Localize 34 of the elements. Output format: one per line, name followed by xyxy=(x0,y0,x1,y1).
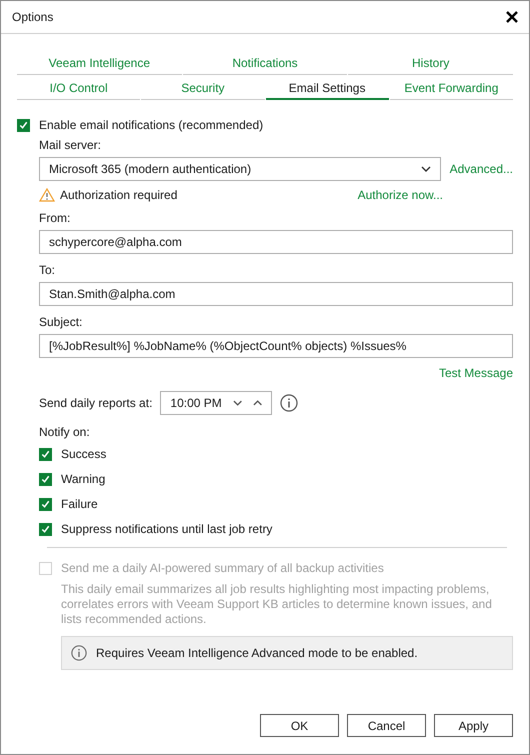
checkbox-label: Warning xyxy=(61,472,106,486)
time-spinner[interactable]: 10:00 PM xyxy=(160,391,272,415)
tab[interactable]: Email Settings xyxy=(266,75,389,100)
checkbox-label: Send me a daily AI-powered summary of all backup activities xyxy=(61,561,384,575)
section-label: Notify on: xyxy=(39,425,91,439)
dialog-button[interactable]: OK xyxy=(260,714,339,737)
tab[interactable]: Security xyxy=(141,75,264,100)
checkbox-label: Failure xyxy=(61,497,98,511)
mail-server-dropdown[interactable]: Microsoft 365 (modern authentication) xyxy=(39,157,441,181)
field-label: Send daily reports at: xyxy=(39,396,152,410)
tab[interactable]: Event Forwarding xyxy=(390,75,513,100)
warning-text: Authorization required xyxy=(60,188,178,202)
advanced-link[interactable]: Advanced... xyxy=(450,162,513,176)
checkbox-label: Success xyxy=(61,447,106,461)
description-text: This daily email summarizes all job results highlighting most impacting problems, correlates errors with Veeam Support KB articles to determine known issues, and lists recommended actions. xyxy=(60,582,493,627)
authorize-link[interactable]: Authorize now... xyxy=(358,188,443,202)
window-title: Options xyxy=(12,10,54,24)
field-label: Mail server: xyxy=(39,138,102,152)
tab[interactable]: I/O Control xyxy=(17,75,140,100)
input-field[interactable]: [%JobResult%] %JobName% (%ObjectCount% objects) %Issues% xyxy=(39,334,513,358)
tab[interactable]: Veeam Intelligence xyxy=(17,50,182,75)
dialog-button[interactable]: Apply xyxy=(434,714,513,737)
tab[interactable]: History xyxy=(348,50,514,75)
test-message-link[interactable]: Test Message xyxy=(438,366,513,380)
dialog-button[interactable]: Cancel xyxy=(347,714,426,737)
field-label: To: xyxy=(39,263,56,277)
tab[interactable]: Notifications xyxy=(182,50,348,75)
checkbox-label: Suppress notifications until last job retry xyxy=(61,522,272,536)
input-field[interactable]: schypercore@alpha.com xyxy=(39,230,513,254)
checkbox-label: Enable email notifications (recommended) xyxy=(39,118,264,132)
field-label: Subject: xyxy=(39,315,84,329)
field-label: From: xyxy=(39,211,72,225)
input-field[interactable]: Stan.Smith@alpha.com xyxy=(39,282,513,306)
note-text: Requires Veeam Intelligence Advanced mode to be enabled. xyxy=(96,646,418,660)
